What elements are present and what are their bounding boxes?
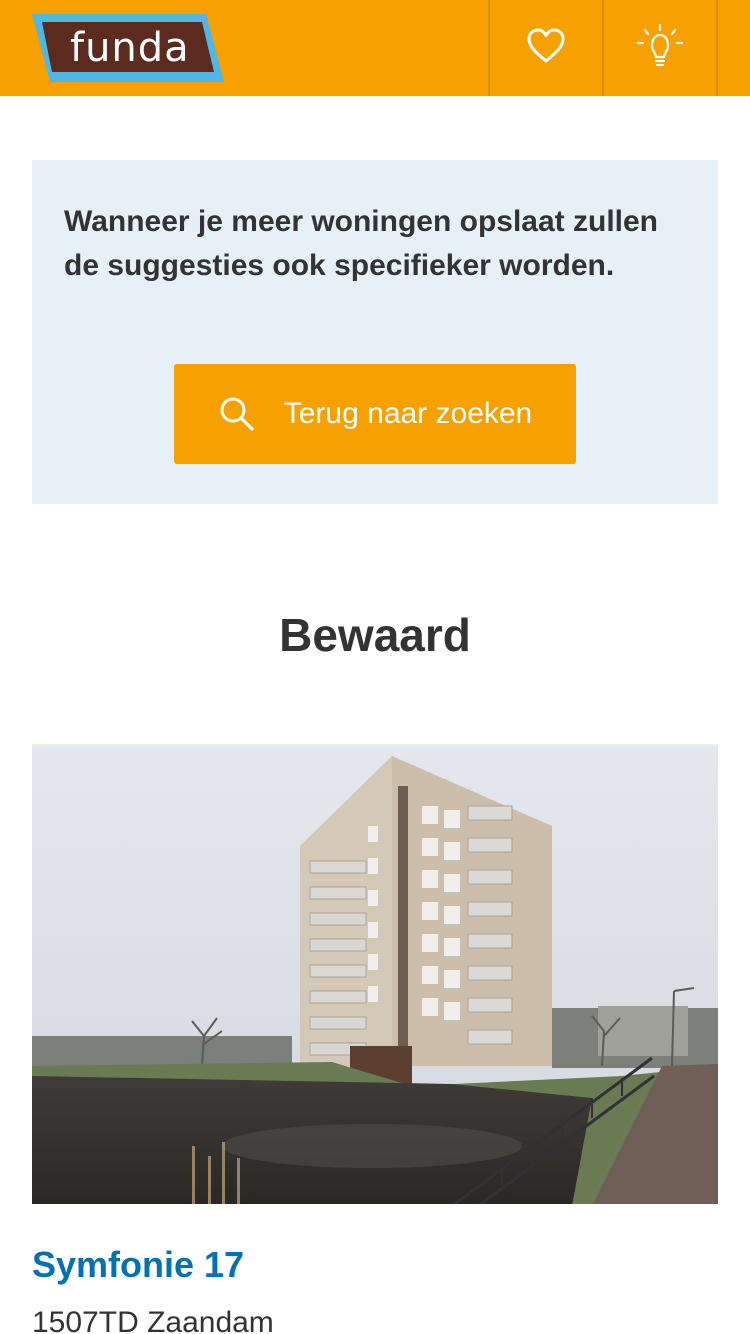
suggestions-info-panel: Wanneer je meer woningen opslaat zullen … <box>32 160 718 504</box>
top-bar: funda <box>0 0 750 96</box>
suggestions-message: Wanneer je meer woningen opslaat zullen … <box>64 205 659 282</box>
saved-section-title: Bewaard <box>279 609 471 661</box>
back-to-search-label: Terug naar zoeken <box>283 397 533 430</box>
listing-title[interactable]: Symfonie 17 <box>32 1244 244 1286</box>
tips-button[interactable] <box>602 0 716 96</box>
listing-photo[interactable] <box>32 744 718 1204</box>
heart-icon <box>527 28 565 69</box>
logo-text: funda <box>70 25 190 71</box>
nav-divider <box>716 0 750 96</box>
lightbulb-icon <box>636 23 684 73</box>
listing-address: 1507TD Zaandam <box>32 1306 274 1334</box>
funda-logo[interactable]: funda <box>30 12 226 84</box>
back-to-search-button[interactable]: Terug naar zoeken <box>174 364 576 464</box>
search-icon <box>218 395 256 433</box>
favorites-button[interactable] <box>488 0 602 96</box>
